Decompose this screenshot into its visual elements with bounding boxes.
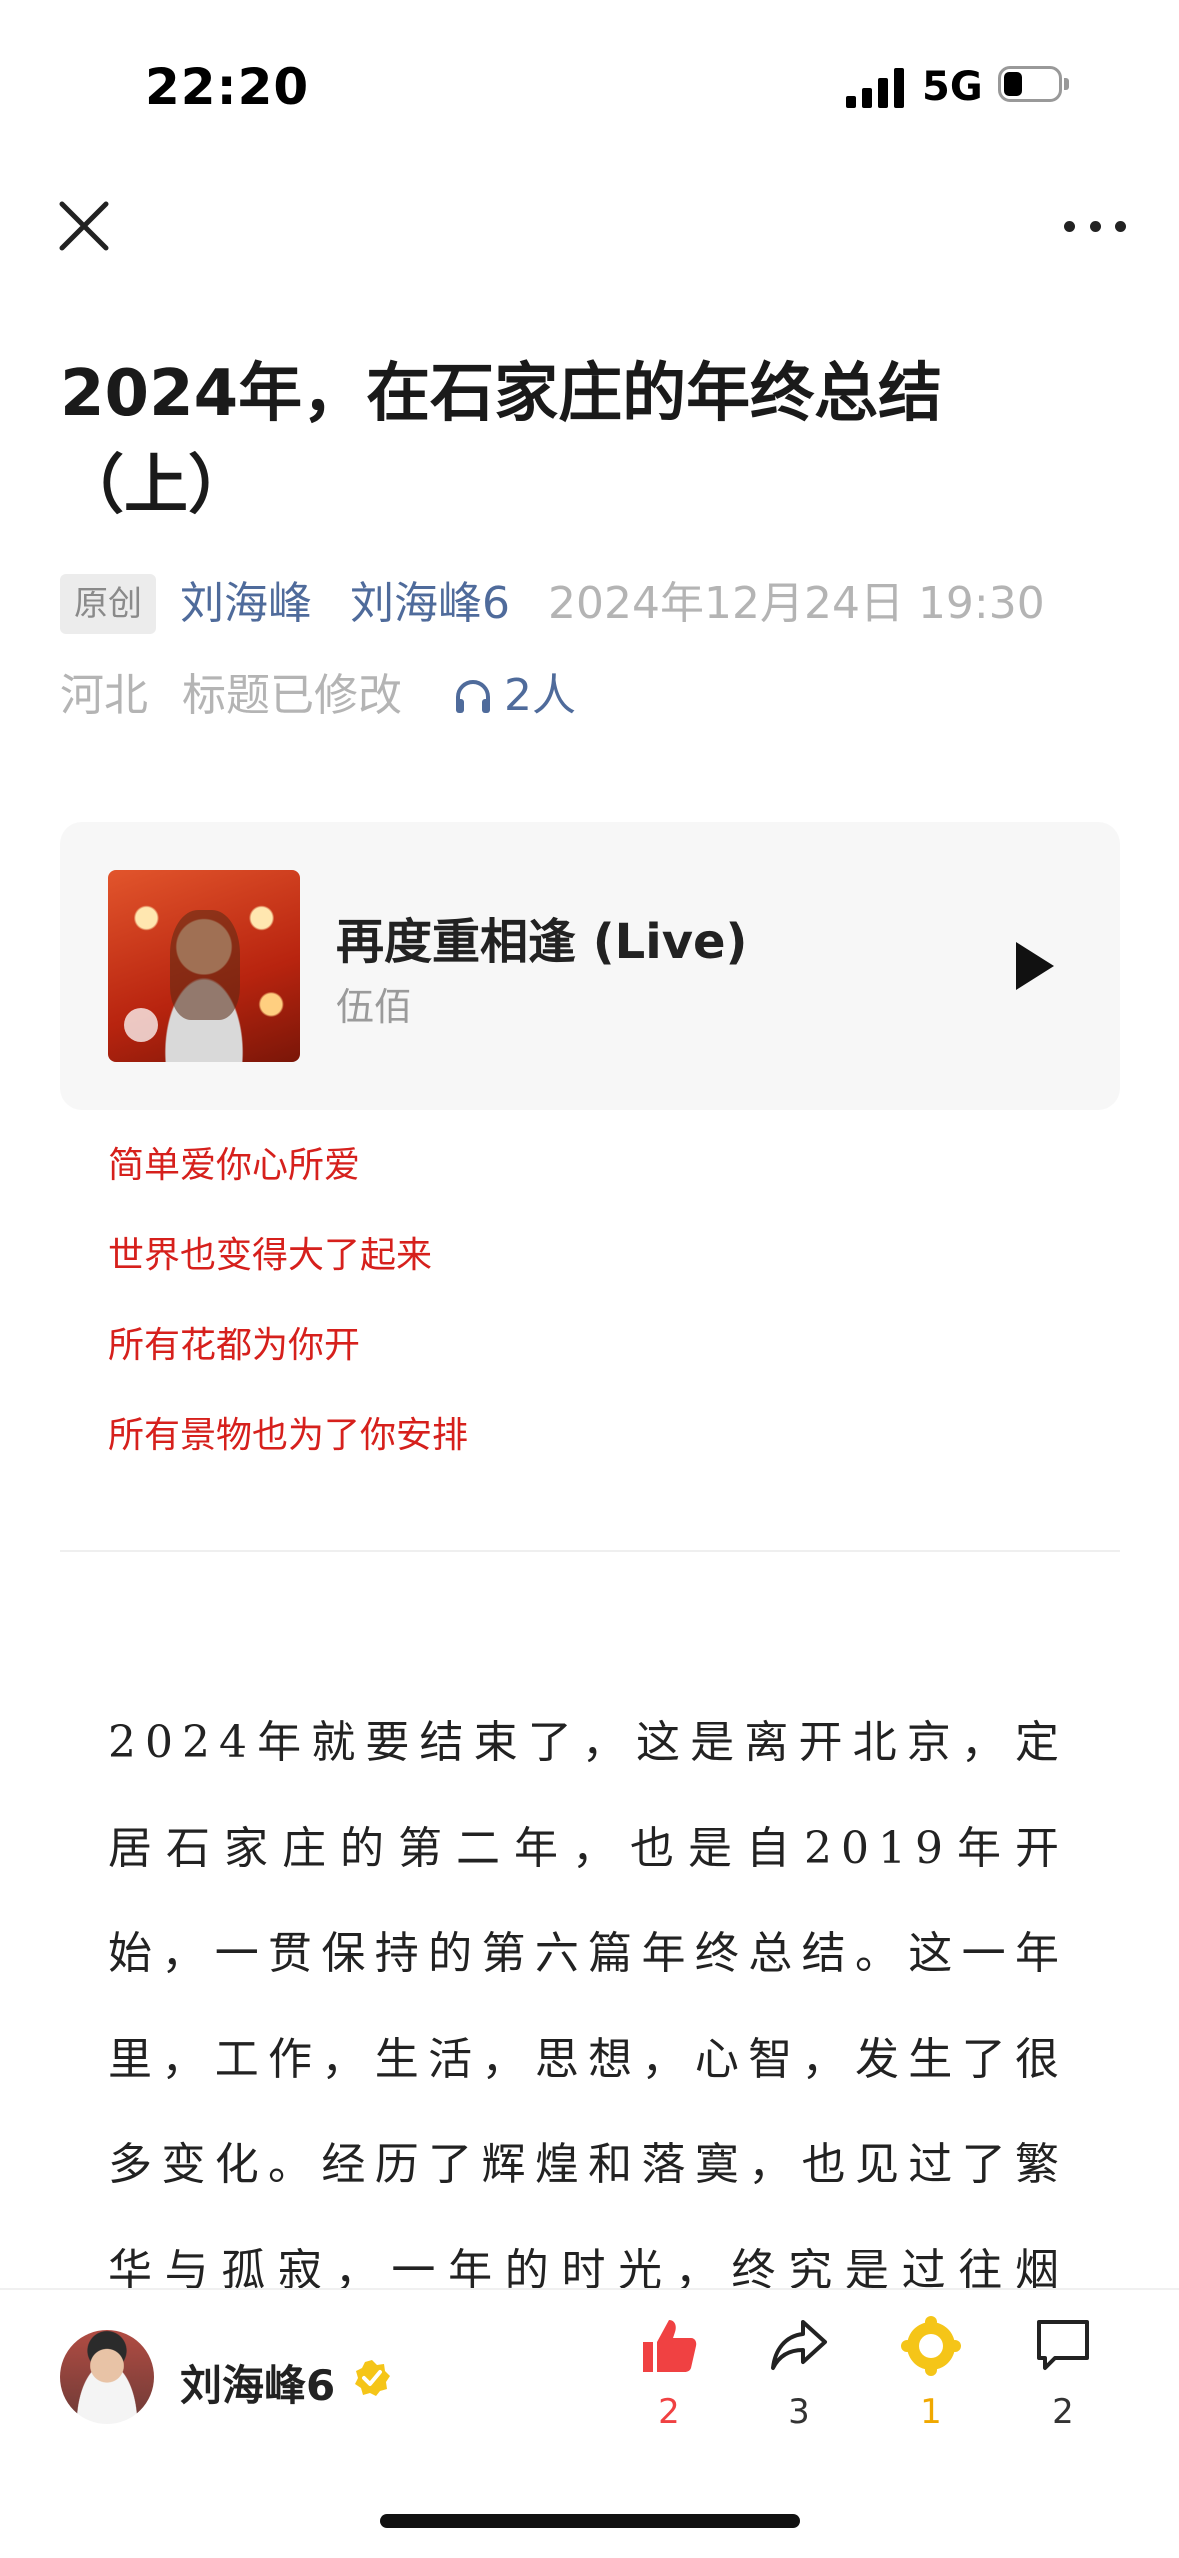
lyric-line: 所有景物也为了你安排	[108, 1415, 469, 1456]
like-button[interactable]: 2	[624, 2316, 714, 2432]
signal-icon	[846, 66, 906, 108]
listener-count: 2人	[504, 670, 576, 721]
lyric-line: 所有花都为你开	[108, 1325, 361, 1366]
close-icon[interactable]	[54, 196, 114, 256]
lyric-line: 世界也变得大了起来	[108, 1235, 433, 1276]
avatar[interactable]	[60, 2330, 154, 2424]
lyric-line: 简单爱你心所爱	[108, 1145, 361, 1186]
status-time: 22:20	[145, 58, 310, 116]
play-icon[interactable]	[1010, 938, 1060, 994]
song-title: 再度重相逢 (Live)	[336, 914, 748, 970]
author-link[interactable]: 刘海峰	[180, 574, 312, 634]
account-link[interactable]: 刘海峰6	[350, 574, 510, 634]
share-icon	[771, 2320, 827, 2370]
share-count: 3	[788, 2392, 810, 2432]
album-cover	[108, 870, 300, 1062]
bottom-author-name[interactable]: 刘海峰6	[180, 2352, 335, 2413]
like-count: 2	[658, 2392, 680, 2432]
original-badge: 原创	[60, 574, 156, 634]
headphones-icon	[456, 680, 490, 713]
recommend-button[interactable]: 1	[886, 2316, 976, 2432]
publish-datetime: 2024年12月24日 19:30	[548, 578, 1045, 629]
battery-icon	[998, 66, 1072, 104]
verified-badge-icon	[352, 2358, 392, 2398]
more-options-icon[interactable]	[1064, 196, 1126, 256]
wow-star-icon	[901, 2316, 961, 2376]
edited-note: 标题已修改	[182, 670, 402, 721]
comment-button[interactable]: 2	[1018, 2316, 1108, 2432]
divider	[60, 1550, 1120, 1552]
home-indicator	[380, 2514, 800, 2528]
share-button[interactable]: 3	[754, 2316, 844, 2432]
recommend-count: 1	[920, 2392, 942, 2432]
song-artist: 伍佰	[336, 985, 413, 1029]
region-label: 河北	[60, 670, 148, 721]
network-label: 5G	[922, 64, 983, 110]
comment-icon	[1037, 2320, 1089, 2370]
comment-count: 2	[1052, 2392, 1074, 2432]
article-title: 2024年，在石家庄的年终总结（上）	[60, 357, 943, 523]
listen-button[interactable]: 2人	[452, 666, 576, 726]
thumbs-up-icon	[643, 2320, 697, 2372]
